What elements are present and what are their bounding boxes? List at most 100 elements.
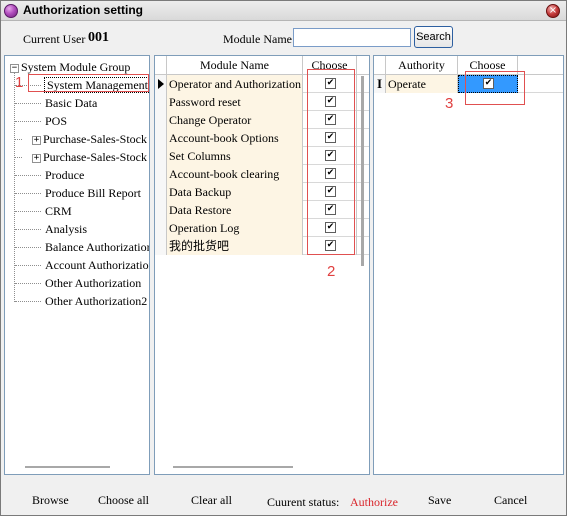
row-indicator: [155, 183, 167, 201]
module-row[interactable]: Password reset ✔: [155, 93, 369, 111]
current-user-label: Current User: [23, 32, 86, 46]
choose-cell[interactable]: ✔: [303, 111, 357, 129]
annotation-number-3: 3: [445, 95, 454, 112]
row-indicator: [155, 111, 167, 129]
tree-connector: [15, 157, 22, 158]
module-row[interactable]: Operation Log ✔: [155, 219, 369, 237]
choose-checkbox[interactable]: ✔: [325, 168, 336, 179]
module-row[interactable]: Set Columns ✔: [155, 147, 369, 165]
authority-grid-header: Authority Choose: [374, 56, 563, 75]
search-button[interactable]: Search: [414, 26, 453, 48]
expand-icon[interactable]: +: [32, 135, 41, 145]
module-grid-vertical-scrollbar[interactable]: [361, 76, 364, 266]
tree-item[interactable]: System Management: [44, 76, 149, 94]
module-name-cell: Data Restore: [167, 201, 303, 219]
tree-item[interactable]: + Purchase-Sales-Stock: [32, 130, 147, 148]
module-row[interactable]: Data Backup ✔: [155, 183, 369, 201]
tree-item[interactable]: Produce Bill Report: [45, 184, 141, 202]
tree-item-label: Other Authorization2: [45, 294, 148, 308]
tree-connector: [15, 265, 41, 266]
module-name-cell: Operation Log: [167, 219, 303, 237]
row-indicator: [155, 219, 167, 237]
choose-checkbox[interactable]: ✔: [325, 240, 336, 251]
module-name-cell: Operator and Authorization: [167, 75, 303, 93]
tree-root[interactable]: − System Module Group: [10, 58, 130, 76]
save-button[interactable]: Save: [428, 493, 451, 508]
title-bar: Authorization setting ×: [1, 1, 566, 21]
choose-header[interactable]: Choose: [303, 56, 357, 75]
module-name-label: Module Name:: [223, 32, 296, 46]
choose-checkbox[interactable]: ✔: [325, 150, 336, 161]
browse-button[interactable]: Browse: [32, 493, 69, 508]
tree-item[interactable]: Basic Data: [45, 94, 97, 112]
module-name-cell: Password reset: [167, 93, 303, 111]
tree-item[interactable]: Account Authorization: [45, 256, 149, 274]
choose-cell[interactable]: ✔: [303, 147, 357, 165]
choose-checkbox[interactable]: ✔: [325, 222, 336, 233]
choose-checkbox[interactable]: ✔: [325, 114, 336, 125]
annotation-number-2: 2: [327, 263, 336, 280]
authority-choose-header[interactable]: Choose: [458, 56, 518, 75]
authority-choose-cell[interactable]: ✔: [458, 75, 518, 93]
tree-item-label: CRM: [45, 204, 72, 218]
choose-checkbox[interactable]: ✔: [325, 132, 336, 143]
row-indicator: [155, 165, 167, 183]
tree-item-label: Purchase-Sales-Stock: [43, 132, 147, 146]
app-icon: [4, 4, 18, 18]
tree-connector: [15, 247, 41, 248]
tree-item[interactable]: Produce: [45, 166, 84, 184]
expand-icon[interactable]: +: [32, 153, 41, 163]
module-row[interactable]: Operator and Authorization ✔: [155, 75, 369, 93]
tree-connector: [14, 72, 15, 302]
module-name-cell: Account-book clearing: [167, 165, 303, 183]
choose-cell[interactable]: ✔: [303, 129, 357, 147]
module-grid-horizontal-scrollbar[interactable]: [173, 466, 293, 468]
tree-item[interactable]: CRM: [45, 202, 72, 220]
tree-item[interactable]: Other Authorization2: [45, 292, 147, 310]
tree-item[interactable]: Balance Authorization: [45, 238, 149, 256]
module-row[interactable]: Account-book Options ✔: [155, 129, 369, 147]
module-row[interactable]: Data Restore ✔: [155, 201, 369, 219]
close-icon[interactable]: ×: [546, 4, 560, 18]
authorization-window: Authorization setting × Current User 001…: [0, 0, 567, 516]
row-indicator: [155, 201, 167, 219]
authority-name: Operate: [386, 75, 458, 93]
module-row[interactable]: Change Operator ✔: [155, 111, 369, 129]
annotation-number-1: 1: [15, 74, 24, 91]
tree-horizontal-scrollbar[interactable]: [25, 466, 110, 468]
module-row[interactable]: 我的批货吧 ✔: [155, 237, 369, 255]
choose-checkbox[interactable]: ✔: [325, 96, 336, 107]
choose-cell[interactable]: ✔: [303, 201, 357, 219]
row-indicator: [155, 129, 167, 147]
tree-root-label: System Module Group: [21, 60, 131, 74]
authority-header[interactable]: Authority: [386, 56, 458, 75]
choose-checkbox[interactable]: ✔: [325, 186, 336, 197]
choose-cell[interactable]: ✔: [303, 75, 357, 93]
choose-checkbox[interactable]: ✔: [325, 78, 336, 89]
choose-all-button[interactable]: Choose all: [98, 493, 149, 508]
module-name-cell: Account-book Options: [167, 129, 303, 147]
module-name-input[interactable]: [293, 28, 411, 47]
toolbar: Current User 001 Module Name: Search: [1, 21, 566, 54]
module-group-tree: − System Module Group System Management Ba…: [4, 55, 150, 475]
tree-connector: [15, 193, 41, 194]
authority-row[interactable]: I Operate ✔: [374, 75, 563, 93]
choose-cell[interactable]: ✔: [303, 237, 357, 255]
module-name-header[interactable]: Module Name: [167, 56, 303, 75]
clear-all-button[interactable]: Clear all: [191, 493, 232, 508]
cancel-button[interactable]: Cancel: [494, 493, 527, 508]
tree-item[interactable]: POS: [45, 112, 67, 130]
tree-item[interactable]: Other Authorization: [45, 274, 141, 292]
choose-cell[interactable]: ✔: [303, 93, 357, 111]
authority-checkbox[interactable]: ✔: [483, 78, 494, 89]
module-row[interactable]: Account-book clearing ✔: [155, 165, 369, 183]
tree-item[interactable]: + Purchase-Sales-Stock: [32, 148, 147, 166]
choose-cell[interactable]: ✔: [303, 183, 357, 201]
choose-cell[interactable]: ✔: [303, 165, 357, 183]
choose-checkbox[interactable]: ✔: [325, 204, 336, 215]
tree-item[interactable]: Analysis: [45, 220, 87, 238]
tree-item-label: Produce: [45, 168, 85, 182]
current-row-arrow-icon: [158, 79, 164, 89]
row-indicator: [155, 75, 167, 93]
choose-cell[interactable]: ✔: [303, 219, 357, 237]
